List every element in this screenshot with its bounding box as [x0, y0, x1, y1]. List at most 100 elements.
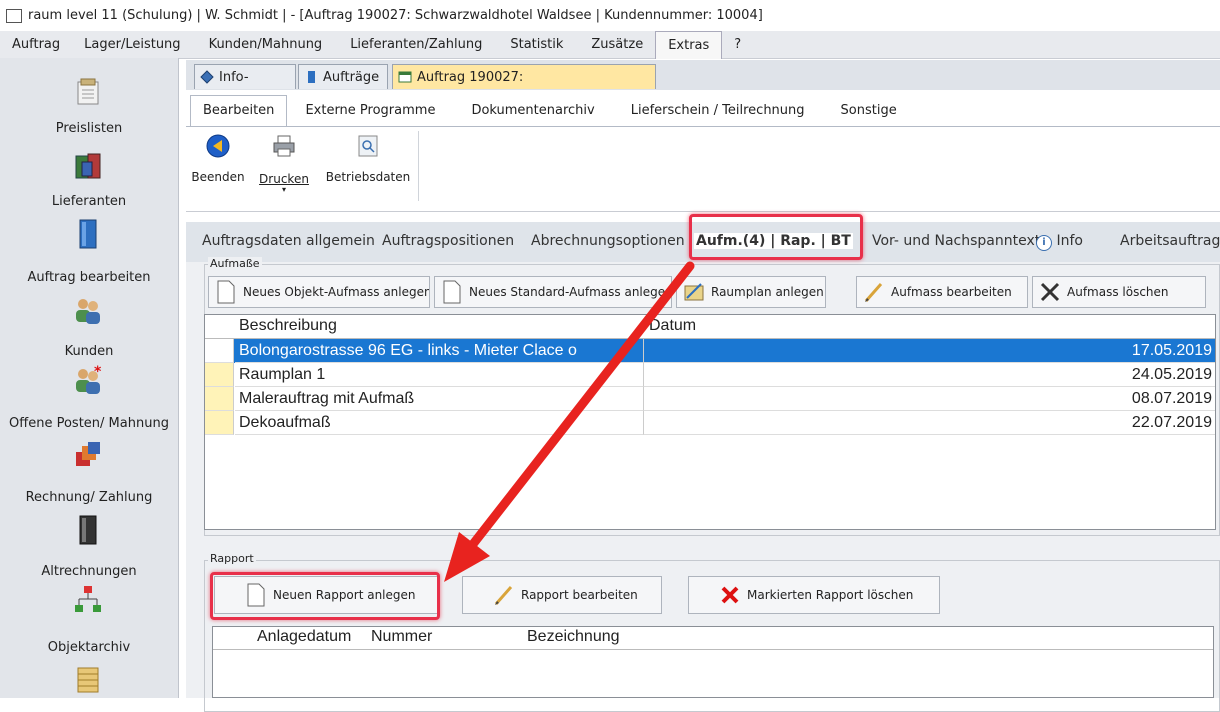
menu-zusaetze[interactable]: Zusätze — [579, 31, 655, 58]
invoice-icon — [76, 442, 100, 466]
sidebar-item-preislisten[interactable]: Preislisten — [0, 121, 178, 136]
row-selector[interactable] — [205, 339, 234, 363]
ribbon-tab-lieferschein[interactable]: Lieferschein / Teilrechnung — [613, 96, 823, 126]
tab-auftrag-190027[interactable]: Auftrag 190027: Schwarzwaldhote... — [392, 64, 656, 110]
row-selector[interactable] — [205, 411, 234, 435]
menu-lager-leistung[interactable]: Lager/Leistung — [72, 31, 192, 58]
aufmasse-group-title: Aufmaße — [208, 257, 262, 270]
subtab-auftragsdaten[interactable]: Auftragsdaten allgemein — [202, 233, 375, 249]
sidebar: Preislisten Lieferanten Auftrag bearbeit… — [0, 58, 179, 698]
table-row[interactable]: Malerauftrag mit Aufmaß 08.07.2019 — [205, 387, 1215, 411]
floorplan-icon — [684, 283, 704, 301]
sidebar-item-altrechnungen[interactable]: Altrechnungen — [0, 564, 178, 579]
column-header-beschreibung[interactable]: Beschreibung — [239, 317, 337, 335]
orders-icon — [308, 71, 315, 83]
svg-text:*: * — [94, 364, 102, 380]
header-divider — [213, 649, 1213, 650]
sidebar-item-offene-posten[interactable]: Offene Posten/ Mahnung — [0, 416, 178, 431]
sub-tab-bar: Auftragsdaten allgemein Auftragsposition… — [186, 222, 1220, 262]
column-header-bezeichnung[interactable]: Bezeichnung — [527, 628, 620, 646]
menu-auftrag[interactable]: Auftrag — [0, 31, 72, 58]
column-header-datum[interactable]: Datum — [649, 317, 696, 335]
cell-datum: 24.05.2019 — [644, 363, 1215, 387]
tab-auftraege[interactable]: Aufträge — [298, 64, 388, 89]
aufmass-loeschen-button[interactable]: Aufmass löschen — [1032, 276, 1206, 308]
new-standard-aufmass-button[interactable]: Neues Standard-Aufmass anlegen — [434, 276, 672, 308]
aufmasse-table: Beschreibung Datum Bolongarostrasse 96 E… — [204, 314, 1216, 530]
ribbon-tab-sonstige[interactable]: Sonstige — [823, 96, 915, 126]
cell-datum: 22.07.2019 — [644, 411, 1215, 435]
ribbon: Beenden Drucken ▾ Betriebsdaten — [186, 126, 1220, 212]
dropdown-arrow-icon: ▾ — [281, 185, 286, 194]
new-object-aufmass-label: Neues Objekt-Aufmass anlegen — [243, 285, 430, 299]
cell-beschreibung: Bolongarostrasse 96 EG - links - Mieter … — [235, 339, 644, 363]
table-row[interactable]: Bolongarostrasse 96 EG - links - Mieter … — [205, 339, 1215, 363]
aufmass-bearbeiten-button[interactable]: Aufmass bearbeiten — [856, 276, 1028, 308]
rapport-loeschen-button[interactable]: Markierten Rapport löschen — [688, 576, 940, 614]
sidebar-item-auftrag-bearbeiten[interactable]: Auftrag bearbeiten — [0, 270, 178, 285]
pencil-icon — [864, 283, 883, 302]
beenden-button[interactable]: Beenden — [190, 133, 246, 184]
sidebar-item-rechnung-zahlung[interactable]: Rechnung/ Zahlung — [0, 490, 178, 505]
subtab-info[interactable]: i Info — [1036, 233, 1083, 251]
rapport-group-title: Rapport — [208, 552, 256, 565]
aufmass-loeschen-label: Aufmass löschen — [1067, 285, 1169, 299]
subtab-vor-nachspanntexte[interactable]: Vor- und Nachspanntexte — [872, 233, 1049, 249]
new-object-aufmass-button[interactable]: Neues Objekt-Aufmass anlegen — [208, 276, 430, 308]
row-selector[interactable] — [205, 387, 234, 411]
red-delete-x-icon — [721, 586, 739, 604]
subtab-auftragspositionen[interactable]: Auftragspositionen — [382, 233, 514, 249]
ribbon-tab-bar: Bearbeiten Externe Programme Dokumentena… — [186, 90, 1220, 126]
raumplan-anlegen-label: Raumplan anlegen — [711, 285, 824, 299]
document-tab-bar: Info-Center Aufträge Auftrag 190027: Sch… — [186, 60, 1220, 110]
tab-info-center[interactable]: Info-Center — [194, 64, 296, 110]
sidebar-item-lieferanten[interactable]: Lieferanten — [0, 194, 178, 209]
order-edit-icon — [79, 219, 97, 249]
ribbon-tab-externe-programme[interactable]: Externe Programme — [287, 96, 453, 126]
pencil-icon — [494, 586, 513, 605]
menu-kunden-mahnung[interactable]: Kunden/Mahnung — [193, 31, 339, 58]
sidebar-item-objektarchiv[interactable]: Objektarchiv — [0, 640, 178, 655]
cell-datum: 08.07.2019 — [644, 387, 1215, 411]
menu-help[interactable]: ? — [722, 31, 753, 58]
column-header-anlagedatum[interactable]: Anlagedatum — [257, 628, 351, 646]
delete-x-icon — [1040, 282, 1060, 302]
magnifier-document-icon — [358, 135, 378, 157]
sidebar-item-kunden[interactable]: Kunden — [0, 344, 178, 359]
suppliers-icon — [75, 153, 101, 179]
rapport-bearbeiten-button[interactable]: Rapport bearbeiten — [462, 576, 662, 614]
object-archive-icon — [75, 586, 101, 612]
drucken-button[interactable]: Drucken ▾ — [252, 133, 316, 194]
new-document-icon — [443, 280, 461, 304]
ribbon-tab-dokumentenarchiv[interactable]: Dokumentenarchiv — [453, 96, 612, 126]
new-standard-aufmass-label: Neues Standard-Aufmass anlegen — [469, 285, 672, 299]
printer-icon — [273, 135, 295, 157]
open-items-icon: * — [76, 364, 102, 394]
rapport-bearbeiten-label: Rapport bearbeiten — [521, 588, 638, 602]
title-bar: raum raum level 11 (Schulung) | W. Schmi… — [0, 0, 1220, 31]
cell-beschreibung: Malerauftrag mit Aufmaß — [235, 387, 644, 411]
window-title: raum level 11 (Schulung) | W. Schmidt | … — [28, 8, 763, 23]
ribbon-tab-bearbeiten[interactable]: Bearbeiten — [190, 95, 288, 126]
menu-lieferanten-zahlung[interactable]: Lieferanten/Zahlung — [338, 31, 494, 58]
column-header-nummer[interactable]: Nummer — [371, 628, 432, 646]
tab-label: Aufträge — [323, 70, 380, 85]
subtab-arbeitsauftrag[interactable]: Arbeitsauftrag — [1120, 233, 1220, 249]
rapport-loeschen-label: Markierten Rapport löschen — [747, 588, 914, 602]
row-selector[interactable] — [205, 363, 234, 387]
beenden-label: Beenden — [191, 170, 245, 184]
new-rapport-label: Neuen Rapport anlegen — [273, 588, 416, 602]
rapport-table: Anlagedatum Nummer Bezeichnung — [212, 626, 1214, 698]
info-center-icon — [200, 70, 214, 84]
subtab-aufmass-rapport[interactable]: Aufm.(4) | Rap. | BT — [694, 233, 853, 249]
betriebsdaten-button[interactable]: Betriebsdaten — [318, 133, 418, 184]
menu-extras[interactable]: Extras — [655, 30, 723, 59]
menu-statistik[interactable]: Statistik — [494, 31, 579, 58]
new-rapport-button[interactable]: Neuen Rapport anlegen — [214, 576, 438, 614]
raumplan-anlegen-button[interactable]: Raumplan anlegen — [676, 276, 826, 308]
table-row[interactable]: Raumplan 1 24.05.2019 — [205, 363, 1215, 387]
subtab-abrechnungsoptionen[interactable]: Abrechnungsoptionen — [531, 233, 685, 249]
table-row[interactable]: Dekoaufmaß 22.07.2019 — [205, 411, 1215, 435]
back-arrow-icon — [206, 134, 230, 158]
cell-beschreibung: Dekoaufmaß — [235, 411, 644, 435]
